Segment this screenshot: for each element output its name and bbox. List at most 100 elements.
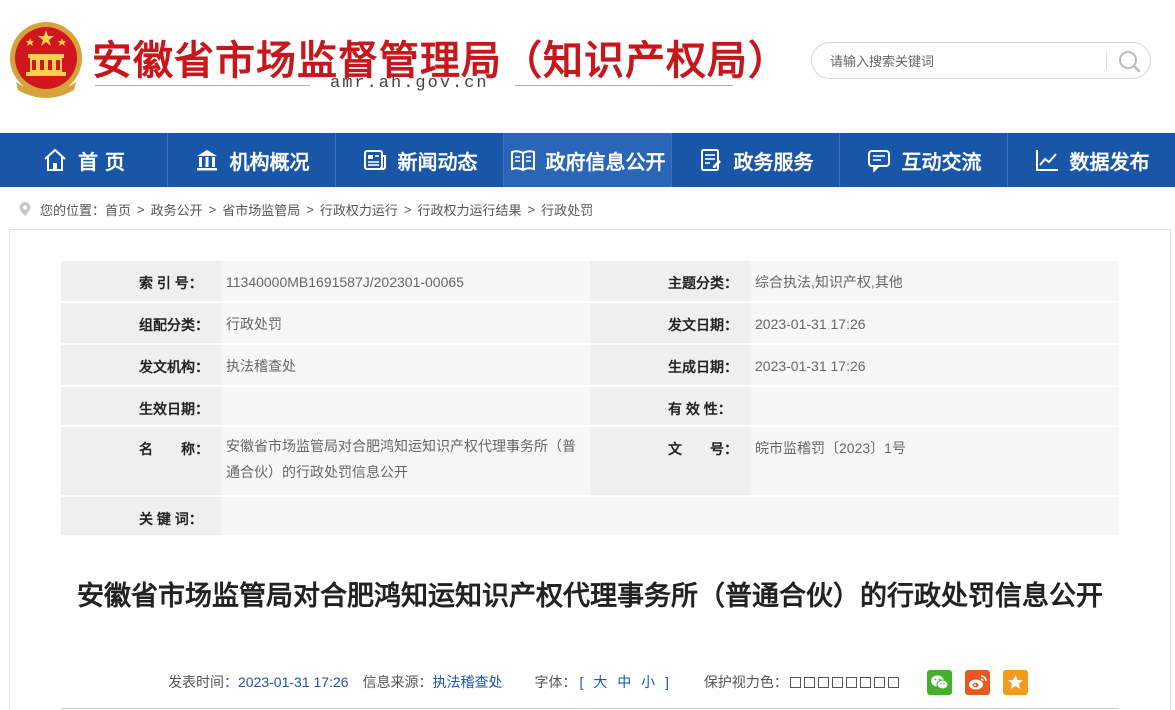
font-size-medium-button[interactable]: 中 [617,674,631,690]
nav-label: 首 页 [78,149,125,174]
building-icon [196,150,217,171]
font-size-controls: [ 大 中 小 ] [577,672,672,692]
eye-care-color-label: 保护视力色： [703,674,788,690]
nav-item-data[interactable]: 数据发布 [1008,133,1175,187]
group-category-label: 组配分类： [61,303,220,343]
share-buttons [926,669,1028,695]
metadata-row: 组配分类： 行政处罚 发文日期： 2023-01-31 17:26 [61,303,1119,345]
site-domain: amr.ah.gov.cn [330,74,489,93]
document-number-label: 文 号： [590,427,749,495]
metadata-row: 关 键 词： [61,497,1119,537]
color-swatch[interactable] [887,676,899,688]
search-divider [1106,52,1107,70]
search-box [811,42,1151,79]
topic-value: 综合执法,知识产权,其他 [749,261,1119,301]
chevron-right-icon: > [137,201,145,217]
national-emblem-icon [10,22,82,98]
color-swatch[interactable] [873,676,885,688]
metadata-row: 名 称： 安徽省市场监管局对合肥鸿知运知识产权代理事务所（普通合伙）的行政处罚信… [61,427,1119,497]
source-label: 信息来源： [362,674,433,690]
breadcrumb-link-home[interactable]: 首页 [105,200,131,219]
nav-label: 政府信息公开 [545,149,666,174]
metadata-row: 发文机构： 执法稽查处 生成日期： 2023-01-31 17:26 [61,345,1119,387]
chevron-right-icon: > [403,201,412,217]
effective-date-label: 生效日期： [61,387,220,425]
divider [515,85,733,86]
breadcrumb-link-power-operation[interactable]: 行政权力运行 [320,200,398,219]
weibo-icon [968,674,987,689]
breadcrumb-prefix: 您的位置： [40,202,106,218]
home-icon [44,148,66,171]
main-nav: 首 页 机构概况 新闻动态 政府信息公开 政务服务 互动交流 数据发布 [0,133,1175,187]
nav-label: 政务服务 [733,149,814,174]
breadcrumb-link-bureau[interactable]: 省市场监管局 [222,200,300,219]
font-size-large-button[interactable]: 大 [593,674,607,690]
wechat-share-button[interactable] [926,669,952,695]
document-number-value: 皖市监稽罚〔2023〕1号 [749,427,1119,495]
site-header: 安徽省市场监督管理局（知识产权局） amr.ah.gov.cn [0,0,1175,133]
metadata-row: 生效日期： 有 效 性： [61,387,1119,427]
search-input[interactable] [830,51,1100,71]
location-pin-icon [19,202,31,216]
article-title: 安徽省市场监管局对合肥鸿知运知识产权代理事务所（普通合伙）的行政处罚信息公开 [77,581,1103,612]
open-book-icon [510,150,535,172]
nav-label: 机构概况 [229,149,310,174]
keywords-label: 关 键 词： [61,497,220,535]
nav-label: 数据发布 [1069,149,1150,174]
newspaper-icon [363,150,386,170]
color-swatch[interactable] [789,676,801,688]
document-name-label: 名 称： [61,427,220,495]
source-value: 执法稽查处 [432,674,503,690]
chevron-right-icon: > [208,201,217,217]
document-name-value: 安徽省市场监管局对合肥鸿知运知识产权代理事务所（普通合伙）的行政处罚信息公开 [220,427,590,495]
metadata-table: 索 引 号： 11340000MB1691587J/202301-00065 主… [61,261,1119,537]
font-bracket-close: ] [665,674,669,690]
search-icon[interactable] [1114,48,1144,74]
publish-time-label: 发表时间： [168,674,238,690]
nav-item-about[interactable]: 机构概况 [168,133,336,187]
chart-icon [1035,150,1058,171]
site-domain-row: amr.ah.gov.cn [95,74,735,94]
topic-label: 主题分类： [590,261,749,301]
publish-date-value: 2023-01-31 17:26 [749,303,1119,343]
nav-item-services[interactable]: 政务服务 [672,133,840,187]
breadcrumb-link-operation-results[interactable]: 行政权力运行结果 [417,200,521,219]
color-swatch[interactable] [831,676,843,688]
article-info-bar: 发表时间： 2023-01-31 17:26 信息来源： 执法稽查处 字体： [… [168,668,1028,696]
nav-label: 互动交流 [901,149,982,174]
wechat-icon [930,675,949,689]
chat-icon [867,150,890,173]
issuing-org-value: 执法稽查处 [220,345,590,385]
color-swatch[interactable] [859,676,871,688]
star-icon [1007,674,1023,689]
form-icon [700,149,721,171]
font-bracket-open: [ [579,674,584,690]
nav-item-news[interactable]: 新闻动态 [336,133,504,187]
weibo-share-button[interactable] [964,669,990,695]
font-size-small-button[interactable]: 小 [641,674,655,690]
validity-label: 有 效 性： [590,387,749,425]
nav-item-home[interactable]: 首 页 [0,133,168,187]
favorite-button[interactable] [1002,669,1028,695]
effective-date-value [220,387,590,425]
issuing-org-label: 发文机构： [61,345,220,385]
publish-date-label: 发文日期： [590,303,749,343]
chevron-right-icon: > [527,201,536,217]
breadcrumb: 您的位置： 首页 > 政务公开 > 省市场监管局 > 行政权力运行 > 行政权力… [18,199,593,219]
color-swatch[interactable] [817,676,829,688]
metadata-row: 索 引 号： 11340000MB1691587J/202301-00065 主… [61,261,1119,303]
eye-care-color-swatches [789,676,899,688]
nav-item-interaction[interactable]: 互动交流 [840,133,1008,187]
group-category-value: 行政处罚 [220,303,590,343]
generated-date-value: 2023-01-31 17:26 [749,345,1119,385]
breadcrumb-link-penalty[interactable]: 行政处罚 [541,200,593,219]
keywords-value [220,497,1119,535]
font-size-label: 字体： [534,674,577,690]
index-number-label: 索 引 号： [61,261,220,301]
color-swatch[interactable] [803,676,815,688]
generated-date-label: 生成日期： [590,345,749,385]
color-swatch[interactable] [845,676,857,688]
breadcrumb-link-gov-affairs[interactable]: 政务公开 [151,200,203,219]
nav-item-gov-info[interactable]: 政府信息公开 [504,133,672,187]
nav-label: 新闻动态 [397,149,478,174]
